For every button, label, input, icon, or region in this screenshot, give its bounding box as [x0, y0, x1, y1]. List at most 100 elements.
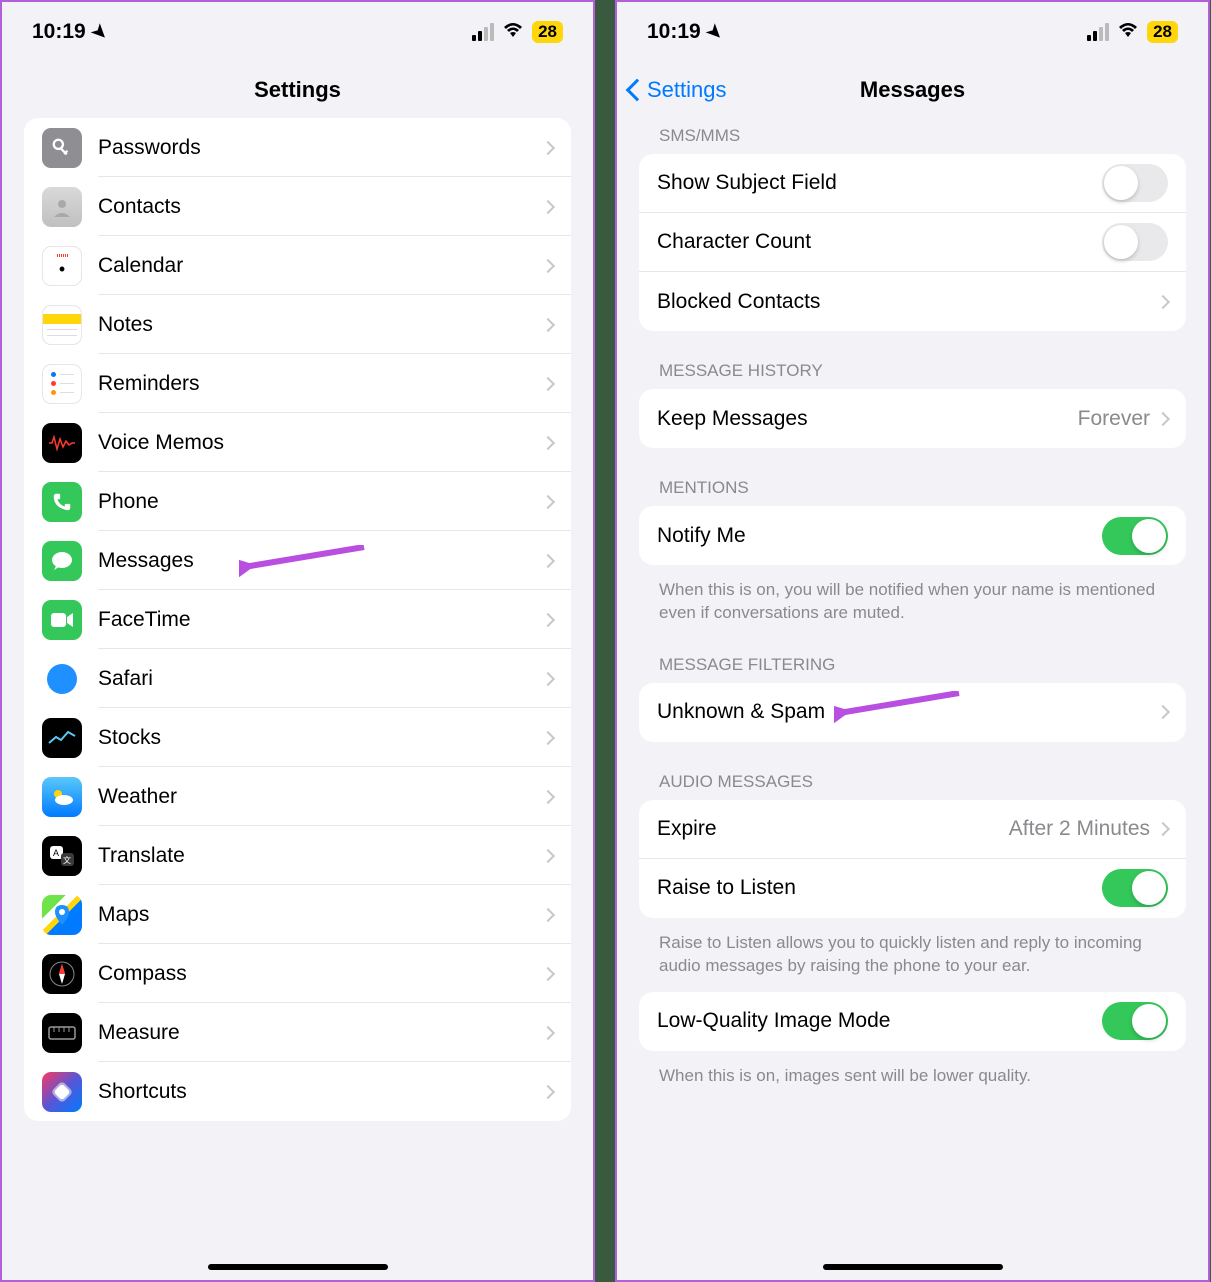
- row-value: Forever: [1078, 407, 1150, 431]
- settings-row-translate[interactable]: A文 Translate: [24, 826, 571, 885]
- row-keep-messages[interactable]: Keep Messages Forever: [639, 389, 1186, 448]
- translate-icon: A文: [42, 836, 82, 876]
- row-label: Character Count: [657, 230, 1102, 254]
- row-value: After 2 Minutes: [1009, 817, 1150, 841]
- settings-row-stocks[interactable]: Stocks: [24, 708, 571, 767]
- settings-row-notes[interactable]: Notes: [24, 295, 571, 354]
- row-label: Translate: [98, 844, 543, 868]
- status-bar: 10:19 ➤ 28: [2, 2, 593, 62]
- row-label: Phone: [98, 490, 543, 514]
- settings-row-weather[interactable]: Weather: [24, 767, 571, 826]
- row-label: Stocks: [98, 726, 543, 750]
- toggle-raise-to-listen[interactable]: [1102, 869, 1168, 907]
- settings-row-messages[interactable]: Messages: [24, 531, 571, 590]
- settings-row-safari[interactable]: Safari: [24, 649, 571, 708]
- messages-settings-screen: 10:19 ➤ 28 Settings Messages SMS/MMS Sho…: [615, 0, 1210, 1282]
- messages-icon: [42, 541, 82, 581]
- home-indicator[interactable]: [823, 1264, 1003, 1270]
- row-label: Safari: [98, 667, 543, 691]
- location-icon: ➤: [87, 19, 113, 45]
- chevron-right-icon: [541, 907, 555, 921]
- settings-apps-group: Passwords Contacts • Calendar: [24, 118, 571, 1121]
- row-show-subject-field[interactable]: Show Subject Field: [639, 154, 1186, 213]
- row-label: Calendar: [98, 254, 543, 278]
- weather-icon: [42, 777, 82, 817]
- history-group: Keep Messages Forever: [639, 389, 1186, 448]
- status-time: 10:19: [32, 20, 86, 44]
- chevron-right-icon: [541, 848, 555, 862]
- row-label: Notify Me: [657, 524, 1102, 548]
- notes-icon: [42, 305, 82, 345]
- row-label: Notes: [98, 313, 543, 337]
- row-blocked-contacts[interactable]: Blocked Contacts: [639, 272, 1186, 331]
- row-label: Keep Messages: [657, 407, 1078, 431]
- key-icon: [42, 128, 82, 168]
- settings-row-voicememos[interactable]: Voice Memos: [24, 413, 571, 472]
- chevron-right-icon: [541, 1025, 555, 1039]
- settings-row-measure[interactable]: Measure: [24, 1003, 571, 1062]
- toggle-character-count[interactable]: [1102, 223, 1168, 261]
- settings-row-passwords[interactable]: Passwords: [24, 118, 571, 177]
- lowq-group: Low-Quality Image Mode: [639, 992, 1186, 1051]
- battery-icon: 28: [1147, 21, 1178, 43]
- audio-group: Expire After 2 Minutes Raise to Listen: [639, 800, 1186, 918]
- row-character-count[interactable]: Character Count: [639, 213, 1186, 272]
- chevron-left-icon: [626, 79, 649, 102]
- page-title: Messages: [860, 77, 965, 103]
- home-indicator[interactable]: [208, 1264, 388, 1270]
- chevron-right-icon: [1156, 822, 1170, 836]
- mentions-group: Notify Me: [639, 506, 1186, 565]
- chevron-right-icon: [541, 258, 555, 272]
- toggle-notify-me[interactable]: [1102, 517, 1168, 555]
- chevron-right-icon: [541, 730, 555, 744]
- signal-icon: [472, 23, 494, 41]
- phone-icon: [42, 482, 82, 522]
- section-footer-audio: Raise to Listen allows you to quickly li…: [639, 924, 1186, 992]
- row-unknown-spam[interactable]: Unknown & Spam: [639, 683, 1186, 742]
- chevron-right-icon: [541, 140, 555, 154]
- chevron-right-icon: [1156, 294, 1170, 308]
- chevron-right-icon: [541, 612, 555, 626]
- settings-row-contacts[interactable]: Contacts: [24, 177, 571, 236]
- section-header-audio: AUDIO MESSAGES: [639, 764, 1186, 800]
- back-button[interactable]: Settings: [629, 77, 727, 103]
- row-label: Measure: [98, 1021, 543, 1045]
- row-label: Voice Memos: [98, 431, 543, 455]
- row-label: Maps: [98, 903, 543, 927]
- reminders-icon: [42, 364, 82, 404]
- chevron-right-icon: [541, 789, 555, 803]
- settings-row-reminders[interactable]: Reminders: [24, 354, 571, 413]
- sms-group: Show Subject Field Character Count Block…: [639, 154, 1186, 331]
- row-label: Contacts: [98, 195, 543, 219]
- row-notify-me[interactable]: Notify Me: [639, 506, 1186, 565]
- page-title: Settings: [254, 77, 341, 103]
- settings-row-maps[interactable]: Maps: [24, 885, 571, 944]
- contacts-icon: [42, 187, 82, 227]
- settings-row-shortcuts[interactable]: Shortcuts: [24, 1062, 571, 1121]
- chevron-right-icon: [541, 376, 555, 390]
- settings-row-facetime[interactable]: FaceTime: [24, 590, 571, 649]
- row-raise-to-listen[interactable]: Raise to Listen: [639, 859, 1186, 918]
- row-label: Compass: [98, 962, 543, 986]
- row-label: Messages: [98, 549, 543, 573]
- row-label: Raise to Listen: [657, 876, 1102, 900]
- nav-bar: Settings: [2, 62, 593, 118]
- row-label: Weather: [98, 785, 543, 809]
- compass-icon: [42, 954, 82, 994]
- settings-row-compass[interactable]: Compass: [24, 944, 571, 1003]
- toggle-show-subject[interactable]: [1102, 164, 1168, 202]
- row-expire[interactable]: Expire After 2 Minutes: [639, 800, 1186, 859]
- settings-row-calendar[interactable]: • Calendar: [24, 236, 571, 295]
- chevron-right-icon: [541, 1084, 555, 1098]
- chevron-right-icon: [541, 671, 555, 685]
- row-low-quality-image-mode[interactable]: Low-Quality Image Mode: [639, 992, 1186, 1051]
- section-header-filtering: MESSAGE FILTERING: [639, 647, 1186, 683]
- chevron-right-icon: [541, 966, 555, 980]
- settings-row-phone[interactable]: Phone: [24, 472, 571, 531]
- chevron-right-icon: [1156, 411, 1170, 425]
- maps-icon: [42, 895, 82, 935]
- safari-icon: [42, 659, 82, 699]
- status-time: 10:19: [647, 20, 701, 44]
- row-label: Expire: [657, 817, 1009, 841]
- toggle-low-quality[interactable]: [1102, 1002, 1168, 1040]
